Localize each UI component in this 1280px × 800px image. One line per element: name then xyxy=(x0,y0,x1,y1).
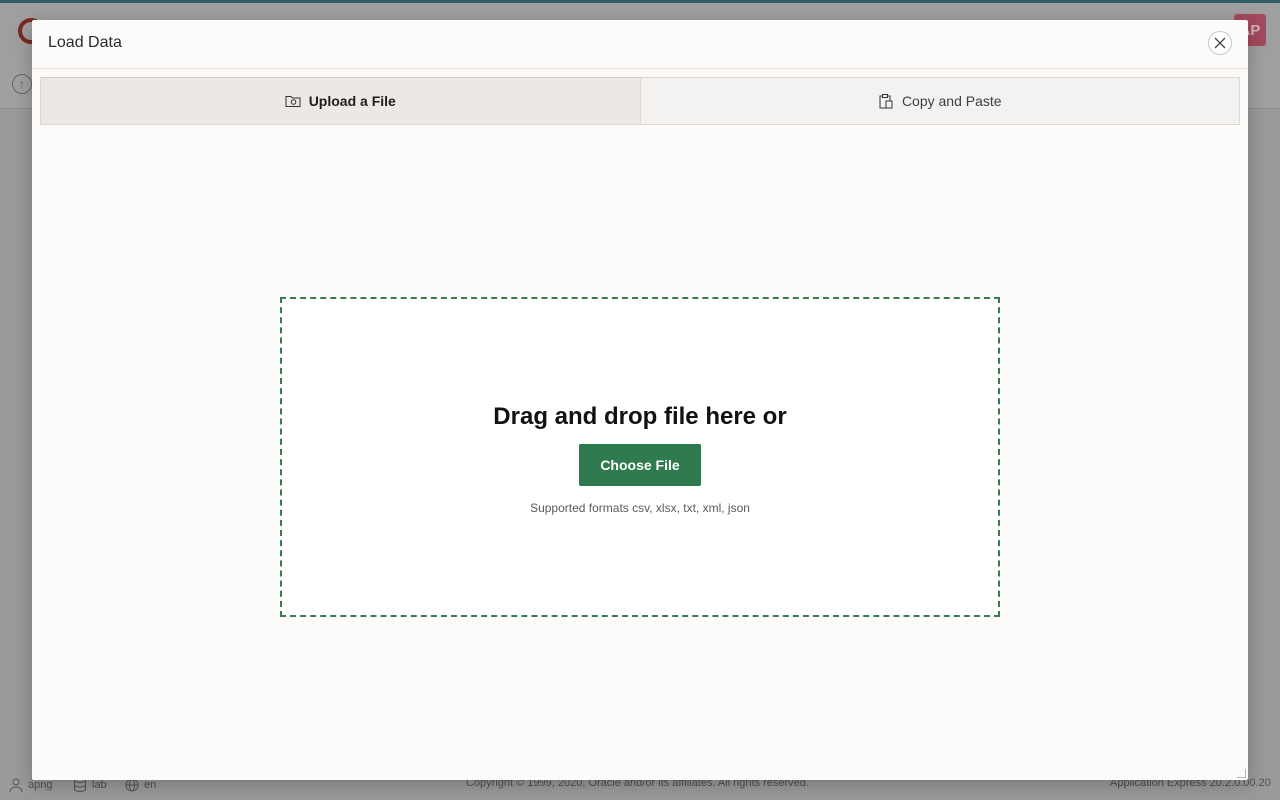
dialog-title: Load Data xyxy=(48,34,122,51)
supported-formats-hint: Supported formats csv, xlsx, txt, xml, j… xyxy=(530,501,750,515)
user-icon xyxy=(9,778,23,793)
file-dropzone[interactable]: Drag and drop file here or Choose File S… xyxy=(280,297,1000,617)
clipboard-icon xyxy=(879,94,893,109)
footer-workspace-label: lab xyxy=(92,779,107,791)
tab-copy-paste-label: Copy and Paste xyxy=(901,93,1002,109)
choose-file-button[interactable]: Choose File xyxy=(579,444,701,486)
close-button[interactable] xyxy=(1208,31,1232,55)
footer-language-label: en xyxy=(144,779,157,791)
tab-upload-label: Upload a File xyxy=(308,93,396,109)
resize-handle[interactable] xyxy=(1237,769,1246,778)
dialog-tabs: Upload a File Copy and Paste xyxy=(40,77,1240,125)
dialog-header: Load Data xyxy=(32,20,1248,69)
tab-upload-a-file[interactable]: Upload a File xyxy=(40,77,641,125)
dropzone-heading: Drag and drop file here or xyxy=(493,403,787,430)
load-data-dialog: Load Data Upload a File Copy and Paste D… xyxy=(32,20,1248,780)
folder-upload-icon xyxy=(285,96,301,107)
upload-icon: ↑ xyxy=(12,74,32,94)
tab-copy-and-paste[interactable]: Copy and Paste xyxy=(640,77,1240,125)
close-icon xyxy=(1214,37,1226,49)
footer-user-label: apng xyxy=(28,779,53,791)
